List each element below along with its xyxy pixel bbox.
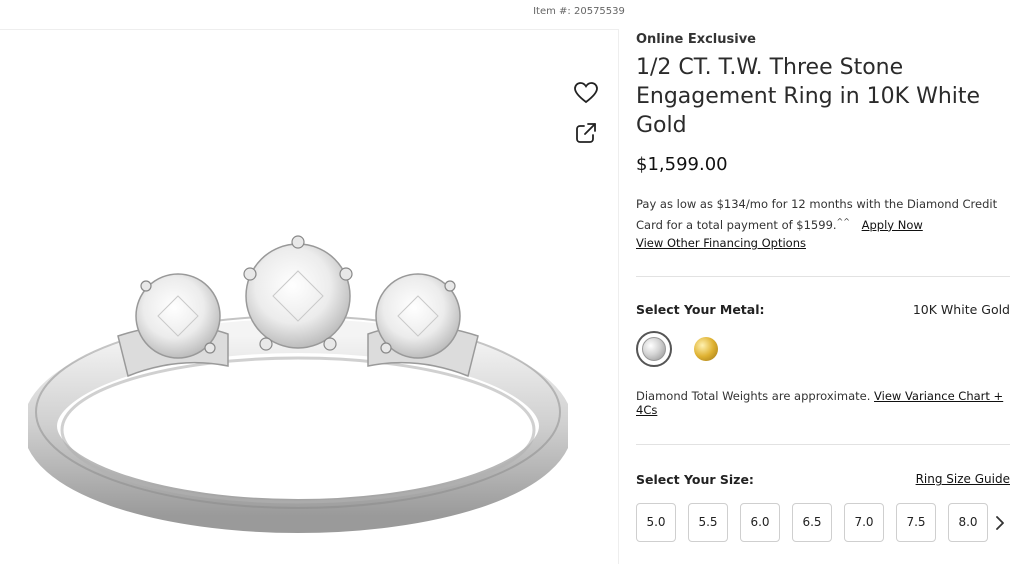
size-next-button[interactable]: [988, 509, 1012, 536]
size-option[interactable]: 5.5: [688, 502, 728, 542]
divider: [618, 29, 619, 564]
metal-selected-value: 10K White Gold: [912, 301, 1010, 317]
share-button[interactable]: [573, 120, 599, 146]
size-option[interactable]: 7.5: [896, 502, 936, 542]
share-icon: [576, 123, 596, 143]
weights-note-text: Diamond Total Weights are approximate.: [636, 388, 871, 403]
online-exclusive-badge: Online Exclusive: [636, 32, 756, 47]
metal-header: Select Your Metal: 10K White Gold: [636, 302, 1010, 317]
product-image[interactable]: [28, 216, 568, 534]
size-label: Select Your Size:: [636, 471, 754, 487]
divider: [636, 443, 1010, 445]
product-price: $1,599.00: [636, 154, 728, 175]
favorite-button[interactable]: [572, 80, 600, 106]
divider: [636, 275, 1010, 277]
product-gallery: [0, 30, 618, 564]
item-number: Item #: 20575539: [533, 6, 625, 17]
heart-icon: [574, 82, 598, 104]
apply-now-link[interactable]: Apply Now: [862, 218, 923, 232]
ring-size-guide-link[interactable]: Ring Size Guide: [916, 472, 1010, 486]
product-title: 1/2 CT. T.W. Three Stone Engagement Ring…: [636, 55, 981, 138]
yellow-gold-swatch: [694, 336, 718, 361]
financing-offer: Pay as low as $134/mo for 12 months with…: [636, 195, 1010, 252]
white-gold-swatch: [642, 336, 666, 361]
size-options: 5.0 5.5 6.0 6.5 7.0 7.5 8.0: [636, 502, 1012, 542]
metal-options: [636, 330, 1010, 367]
weights-note: Diamond Total Weights are approximate. V…: [636, 389, 1010, 417]
product-info: Online Exclusive 1/2 CT. T.W. Three Ston…: [636, 30, 1012, 542]
metal-option-white-gold[interactable]: [636, 330, 672, 367]
chevron-right-icon: [996, 515, 1004, 530]
size-option[interactable]: 7.0: [844, 502, 884, 542]
size-option[interactable]: 6.5: [792, 502, 832, 542]
size-header: Select Your Size: Ring Size Guide: [636, 472, 1010, 487]
financing-footnote: ^^: [836, 217, 850, 226]
financing-text: Pay as low as $134/mo for 12 months with…: [636, 197, 998, 232]
other-financing-link[interactable]: View Other Financing Options: [636, 236, 806, 250]
metal-option-yellow-gold[interactable]: [688, 331, 724, 367]
metal-label: Select Your Metal:: [636, 301, 765, 317]
size-option[interactable]: 8.0: [948, 502, 988, 542]
size-option[interactable]: 6.0: [740, 502, 780, 542]
size-option[interactable]: 5.0: [636, 502, 676, 542]
